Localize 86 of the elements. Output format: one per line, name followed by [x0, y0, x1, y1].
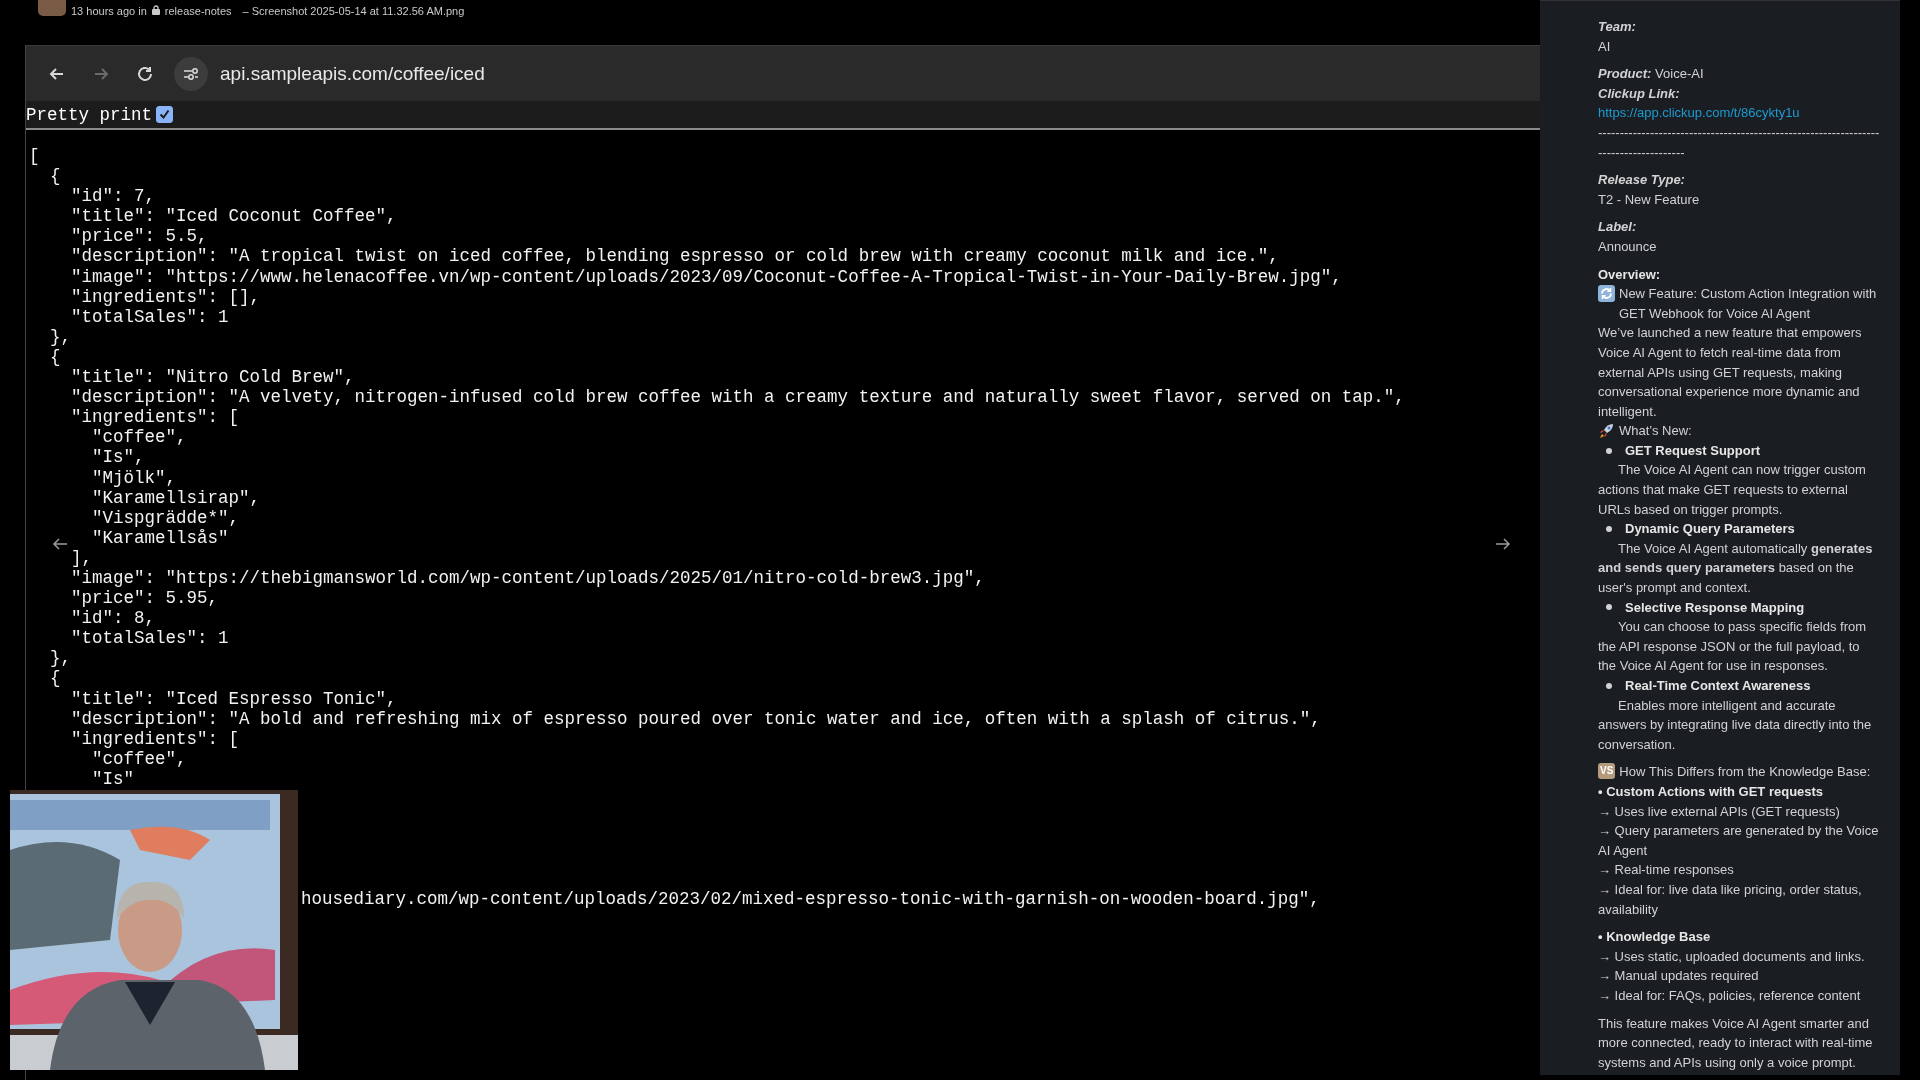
code-line: "id": 7, — [71, 186, 155, 207]
file-name: – Screenshot 2025-05-14 at 11.32.56 AM.png — [242, 5, 465, 17]
code-line: { — [50, 346, 61, 368]
code-line: "ingredients": [], — [71, 286, 261, 307]
lock-icon — [151, 5, 160, 15]
code-line: }, — [50, 648, 71, 669]
code-line: "description": "A tropical twist on iced coffee, blending espresso or cold brew with creamy coconut milk and ice.", — [71, 246, 1279, 267]
bullet-icon — [1606, 682, 1612, 689]
avatar — [38, 0, 66, 16]
code-line: "price": 5.95, — [71, 588, 219, 609]
code-line: ], — [71, 547, 92, 568]
code-line: "ingredients": [ — [71, 407, 240, 428]
bullet-icon — [1606, 604, 1612, 611]
text-line: → Uses live external APIs (GET requests) — [1598, 802, 1841, 821]
clickup-link[interactable]: https://app.clickup.com/t/86cykty1u — [1598, 105, 1800, 121]
code-line: "title": "Iced Espresso Tonic", — [71, 688, 397, 709]
refresh-icon — [1598, 285, 1615, 303]
next-arrow-icon[interactable] — [1495, 537, 1511, 551]
list-heading: • Custom Actions with GET requests — [1598, 782, 1825, 801]
field-label: Release Type: — [1598, 171, 1686, 190]
section-title: New Feature: Custom Action Integration with GET Webhook for Voice AI Agent — [1619, 285, 1878, 323]
post-time: 13 hours ago in — [71, 5, 147, 17]
checkbox-label: Pretty print — [26, 104, 153, 125]
code-line: "ingredients": [ — [71, 728, 240, 749]
code-line: housediary.com/wp-content/uploads/2023/02/mixed-espresso-tonic-with-garnish-on-wooden-board.jpg", — [300, 889, 1320, 910]
code-line: "description": "A velvety, nitrogen-infused cold brew coffee with a creamy texture and naturally sweet flavor, served on tap.", — [71, 387, 1405, 408]
section-heading: Overview: — [1598, 265, 1662, 284]
code-line: "Mjölk", — [92, 467, 176, 488]
code-line: "Vispgrädde*", — [92, 507, 240, 528]
field-label: Label: — [1598, 218, 1638, 237]
section-title: How This Differs from the Knowledge Base: — [1619, 763, 1871, 782]
feature-description: You can choose to pass specific fields from the API response JSON or the full payload, to the Voice AI Agent for use in responses. — [1598, 618, 1868, 676]
feature-title: Real-Time Context Awareness — [1625, 677, 1811, 695]
checkmark-icon — [159, 109, 171, 120]
code-line: "title": "Nitro Cold Brew", — [71, 367, 355, 388]
dashed-separator: ------------------------------------------------------------------------------------- — [1598, 123, 1880, 162]
code-line: "Is" — [92, 768, 134, 789]
code-line: "totalSales": 1 — [71, 306, 229, 327]
section-title: What’s New: — [1619, 422, 1692, 441]
feature-description: Enables more intelligent and accurate answers by integrating live data directly into the conversation. — [1598, 696, 1873, 754]
code-line: "image": "https://www.helenacoffee.vn/wp-content/uploads/2023/09/Coconut-Coffee-A-Tropical-Twist-in-Your-Daily-Brew.jpg", — [71, 266, 1342, 287]
bullet-icon — [1606, 526, 1612, 533]
feature-description: The Voice AI Agent can now trigger custom actions that make GET requests to external URLs based on trigger prompts. — [1598, 461, 1867, 519]
code-line: [ — [29, 146, 40, 167]
text-line: → Manual updates required — [1598, 967, 1760, 986]
code-line: "coffee", — [92, 748, 187, 769]
site-settings-icon[interactable] — [174, 56, 208, 91]
code-line: "title": "Iced Coconut Coffee", — [71, 206, 397, 227]
code-line: "id": 8, — [71, 608, 155, 629]
pretty-print-checkbox[interactable] — [156, 106, 174, 123]
feature-title: Selective Response Mapping — [1625, 598, 1805, 617]
code-line: "Karamellsås" — [92, 527, 229, 548]
text-line: Announce — [1598, 237, 1658, 256]
text-line: → Uses static, uploaded documents and links. — [1598, 947, 1866, 966]
address-field[interactable]: api.sampleapis.com/coffee/iced — [220, 62, 485, 85]
code-line: }, — [50, 326, 71, 347]
channel-name[interactable]: release-notes — [164, 5, 232, 17]
code-line: "totalSales": 1 — [71, 628, 229, 649]
code-line: "Is", — [92, 447, 145, 468]
field-label: Team: — [1598, 18, 1637, 36]
reload-icon — [136, 64, 154, 83]
code-line: "description": "A bold and refreshing mix of espresso poured over tonic water and ice, often with a splash of citrus.", — [71, 708, 1321, 729]
text-line: → Query parameters are generated by the Voice AI Agent — [1598, 822, 1880, 860]
feature-title: Dynamic Query Parameters — [1625, 520, 1795, 539]
code-line: "Karamellsirap", — [92, 487, 261, 508]
text-line: We’ve launched a new feature that empowers Voice AI Agent to fetch real-time data from external APIs using GET requests, making conversational experience more dynamic and intelligent. — [1598, 324, 1863, 421]
text-line: T2 - New Feature — [1598, 190, 1701, 209]
code-line: { — [50, 166, 61, 187]
field-label: Clickup Link: — [1598, 84, 1681, 103]
code-line: "coffee", — [92, 427, 187, 448]
feature-description: The Voice AI Agent automatically generates and sends query parameters based on the user's prompt and context. — [1598, 539, 1874, 598]
field-line: Product: Voice-AI — [1598, 65, 1705, 84]
rocket-icon — [1598, 422, 1615, 440]
text-line: This feature makes Voice AI Agent smarter and more connected, ready to interact with real-time systems and APIs using only a voice prompt. — [1598, 1014, 1874, 1072]
text-line: AI — [1598, 37, 1612, 56]
text-line: → Real-time responses — [1598, 861, 1735, 880]
code-line: "image": "https://thebigmansworld.com/wp-content/uploads/2025/01/nitro-cold-brew3.jpg", — [71, 567, 985, 589]
list-heading: • Knowledge Base — [1598, 928, 1712, 947]
code-line: { — [50, 668, 61, 689]
feature-title: GET Request Support — [1625, 441, 1761, 460]
text-line: → Ideal for: FAQs, policies, reference content — [1598, 986, 1862, 1005]
previous-arrow-icon[interactable] — [52, 537, 68, 551]
bullet-icon — [1606, 447, 1612, 454]
code-line: "price": 5.5, — [71, 226, 208, 247]
text-line: → Ideal for: live data like pricing, order status, availability — [1598, 880, 1863, 919]
vs-icon: VS — [1598, 763, 1616, 780]
